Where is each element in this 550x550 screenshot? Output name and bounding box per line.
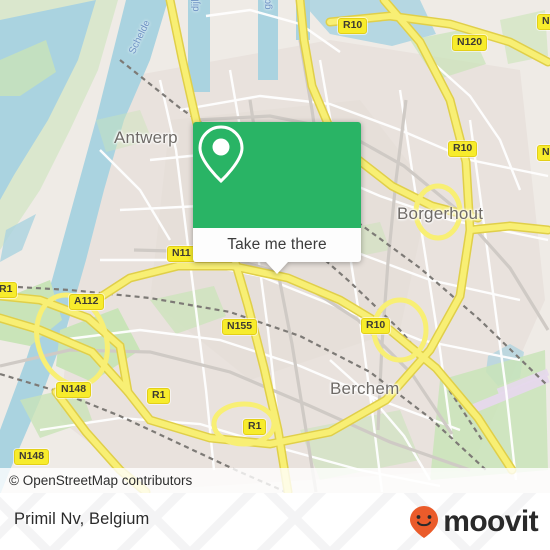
road-shield-r1-a: R1 bbox=[147, 388, 171, 404]
moovit-map-screen: Antwerp Borgerhout Berchem Schelde dijkd… bbox=[0, 0, 550, 550]
water-label-kattendijkdok: dijkdok bbox=[191, 0, 202, 12]
map-canvas[interactable]: Antwerp Borgerhout Berchem Schelde dijkd… bbox=[0, 0, 550, 495]
map-label-borgerhout: Borgerhout bbox=[397, 204, 484, 223]
road-shield-n1-topright: N1 bbox=[537, 14, 550, 30]
road-shield-r1-west: R1 bbox=[0, 282, 18, 298]
bottom-info-bar: Primil Nv, Belgium moovit bbox=[0, 493, 550, 550]
road-shield-a112: A112 bbox=[69, 294, 104, 310]
map-label-antwerpen: Antwerp bbox=[114, 128, 178, 147]
road-shield-r1-b: R1 bbox=[243, 419, 267, 435]
map-label-berchem: Berchem bbox=[330, 379, 400, 398]
road-shield-r10-east: R10 bbox=[448, 141, 478, 157]
take-me-there-label: Take me there bbox=[227, 236, 327, 253]
osm-attribution-bar: © OpenStreetMap contributors bbox=[0, 468, 550, 493]
moovit-pin-icon bbox=[410, 505, 439, 538]
road-shield-r10-south: R10 bbox=[361, 318, 391, 334]
callout-header bbox=[193, 122, 361, 228]
take-me-there-button[interactable]: Take me there bbox=[193, 228, 361, 262]
map-pin-icon bbox=[198, 125, 244, 184]
road-shield-n120: N120 bbox=[452, 35, 488, 51]
address-label: Primil Nv, Belgium bbox=[14, 510, 150, 528]
water-label-straatsburgdok: gdok bbox=[263, 0, 274, 10]
road-shield-n148-south: N148 bbox=[14, 449, 50, 465]
moovit-wordmark: moovit bbox=[443, 504, 538, 538]
road-shield-n148: N148 bbox=[56, 382, 92, 398]
destination-callout[interactable]: Take me there bbox=[193, 122, 361, 274]
callout-tail bbox=[266, 262, 288, 274]
osm-attribution-text[interactable]: © OpenStreetMap contributors bbox=[0, 473, 192, 488]
road-shield-n1-east: N1 bbox=[537, 145, 550, 161]
road-shield-n11: N11 bbox=[167, 246, 196, 262]
road-shield-n155: N155 bbox=[222, 319, 258, 335]
moovit-logo[interactable]: moovit bbox=[408, 504, 539, 538]
road-shield-r10-north: R10 bbox=[338, 18, 368, 34]
